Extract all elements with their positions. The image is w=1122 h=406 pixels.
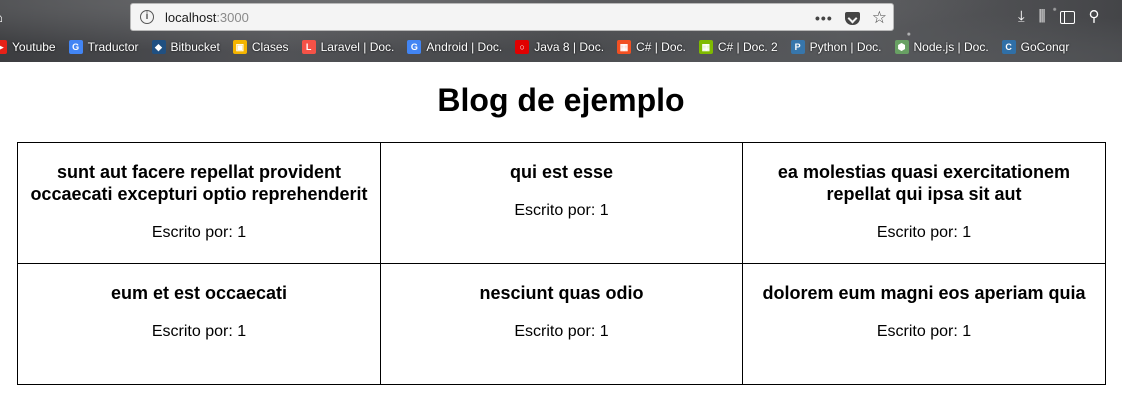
bookmark-label: C# | Doc. 2 (717, 40, 778, 54)
author-id: 1 (599, 202, 609, 219)
bookmark-label: Clases (251, 40, 289, 54)
google-translate-icon: G (68, 40, 83, 54)
bookmark-item[interactable]: ⬢ Node.js | Doc. (894, 40, 989, 54)
address-bar[interactable]: i localhost:3000 ••• ☆ (130, 3, 894, 31)
post-title: eum et est occaecati (110, 283, 288, 303)
author-label: Escrito por: (514, 202, 596, 219)
bookmark-star-icon[interactable]: ☆ (872, 9, 887, 27)
post-author: Escrito por: 1 (385, 322, 738, 342)
post-card: ea molestias quasi exercitationem repell… (742, 142, 1106, 264)
pocket-icon[interactable] (844, 11, 860, 25)
bookmark-label: Youtube (12, 40, 56, 54)
bookmark-label: Traductor (87, 40, 139, 54)
post-card: eum et est occaecati Escrito por: 1 (17, 263, 381, 385)
info-icon[interactable]: i (140, 10, 154, 24)
bookmark-item[interactable]: G Traductor (68, 40, 139, 54)
author-label: Escrito por: (514, 323, 596, 340)
author-id: 1 (599, 323, 609, 340)
bookmark-label: Laravel | Doc. (320, 40, 395, 54)
url-host: localhost (165, 10, 217, 25)
search-icon[interactable]: ⚲ (1089, 7, 1100, 27)
bookmark-item[interactable]: ▦ C# | Doc. 2 (698, 40, 778, 54)
author-id: 1 (962, 323, 972, 340)
bookmark-label: Python | Doc. (809, 40, 882, 54)
post-card: nesciunt quas odio Escrito por: 1 (380, 263, 743, 385)
bookmark-item[interactable]: ○ Java 8 | Doc. (515, 40, 604, 54)
sidebar-icon[interactable] (1059, 10, 1075, 24)
author-label: Escrito por: (876, 323, 958, 340)
page-actions-icon[interactable]: ••• (815, 10, 833, 26)
url-text[interactable]: localhost:3000 (165, 10, 249, 25)
google-icon: G (407, 40, 422, 54)
browser-chrome: ⌂ i localhost:3000 ••• ☆ ⤓ ⫼ ⚲ ▶ Youtube G… (0, 0, 1122, 62)
home-icon[interactable]: ⌂ (0, 8, 14, 28)
post-card: sunt aut facere repellat provident occae… (17, 142, 381, 264)
post-grid: sunt aut facere repellat provident occae… (17, 142, 1106, 385)
bitbucket-icon: ◆ (151, 40, 166, 54)
post-author: Escrito por: 1 (22, 223, 376, 243)
bookmark-label: GoConqr (1020, 40, 1070, 54)
bookmark-label: C# | Doc. (636, 40, 686, 54)
bookmark-label: Node.js | Doc. (913, 40, 989, 54)
page-content: Blog de ejemplo sunt aut facere repellat… (0, 62, 1122, 406)
bookmark-item[interactable]: ▶ Youtube (0, 40, 56, 54)
author-label: Escrito por: (876, 224, 958, 241)
bookmark-item[interactable]: L Laravel | Doc. (301, 40, 395, 54)
post-title: ea molestias quasi exercitationem repell… (777, 162, 1071, 204)
microsoft-icon: ▦ (698, 40, 713, 54)
bookmark-item[interactable]: ▣ Clases (232, 40, 289, 54)
bookmark-label: Bitbucket (170, 40, 220, 54)
post-author: Escrito por: 1 (747, 322, 1101, 342)
bookmark-item[interactable]: ▦ C# | Doc. (617, 40, 686, 54)
oracle-icon: ○ (515, 40, 530, 54)
post-title: nesciunt quas odio (479, 283, 644, 303)
post-title: qui est esse (509, 162, 614, 182)
post-author: Escrito por: 1 (385, 201, 738, 221)
post-card: dolorem eum magni eos aperiam quia Escrit… (742, 263, 1106, 385)
library-icon[interactable]: ⫼ (1039, 7, 1046, 27)
bookmark-item[interactable]: ◆ Bitbucket (151, 40, 220, 54)
url-port: :3000 (216, 10, 249, 25)
youtube-icon: ▶ (0, 40, 7, 54)
page-title: Blog de ejemplo (437, 82, 685, 118)
post-author: Escrito por: 1 (22, 322, 376, 342)
bookmark-item[interactable]: C GoConqr (1001, 40, 1070, 54)
bookmark-label: Java 8 | Doc. (534, 40, 605, 54)
author-id: 1 (237, 323, 247, 340)
author-label: Escrito por: (151, 224, 233, 241)
classroom-icon: ▣ (232, 40, 247, 54)
goconqr-icon: C (1001, 40, 1016, 54)
post-author: Escrito por: 1 (747, 223, 1101, 243)
python-icon: P (790, 40, 805, 54)
author-label: Escrito por: (151, 323, 233, 340)
post-title: sunt aut facere repellat provident occae… (30, 162, 368, 204)
bookmarks-toolbar: ▶ Youtube G Traductor ◆ Bitbucket ▣ Clases L Lara… (0, 37, 1082, 57)
toolbar-right: ⤓ ⫼ ⚲ (1018, 6, 1100, 28)
download-icon[interactable]: ⤓ (1018, 7, 1025, 27)
microsoft-icon: ▦ (617, 40, 632, 54)
url-actions: ••• ☆ (815, 8, 887, 28)
bookmark-item[interactable]: P Python | Doc. (790, 40, 882, 54)
laravel-icon: L (301, 40, 316, 54)
post-title: dolorem eum magni eos aperiam quia (762, 283, 1086, 303)
author-id: 1 (962, 224, 972, 241)
post-card: qui est esse Escrito por: 1 (380, 142, 743, 264)
nodejs-icon: ⬢ (894, 40, 909, 54)
bookmark-item[interactable]: G Android | Doc. (407, 40, 502, 54)
bookmark-label: Android | Doc. (426, 40, 503, 54)
author-id: 1 (237, 224, 247, 241)
